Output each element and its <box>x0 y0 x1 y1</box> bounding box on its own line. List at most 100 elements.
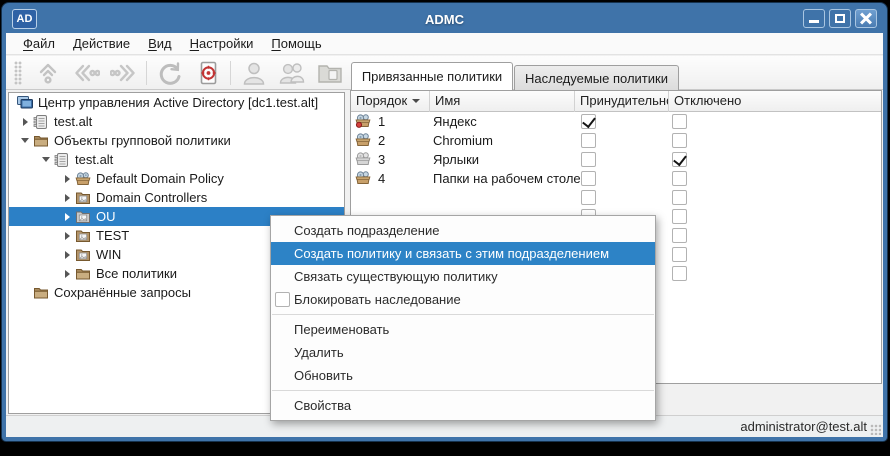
disabled-checkbox[interactable] <box>672 152 687 167</box>
expander-expanded-icon[interactable] <box>17 138 33 143</box>
menubar: Файл Действие Вид Настройки Помощь <box>6 33 883 55</box>
folder-icon <box>33 133 49 149</box>
tree-item-label: OU <box>96 209 116 224</box>
menu-item-create-policy-and-link[interactable]: Создать политику и связать с этим подраз… <box>271 242 655 265</box>
filter-objects-icon <box>200 61 216 84</box>
disabled-checkbox[interactable] <box>672 133 687 148</box>
expander-collapsed-icon[interactable] <box>59 175 75 183</box>
tree-item-label: Все политики <box>96 266 178 281</box>
menu-file[interactable]: Файл <box>14 33 64 55</box>
menu-action[interactable]: Действие <box>64 33 139 55</box>
sort-desc-icon <box>412 99 421 103</box>
table-row[interactable] <box>351 188 881 207</box>
policy-icon <box>75 171 91 187</box>
tree-item-domain-controllers[interactable]: Domain Controllers <box>9 188 344 207</box>
column-header-forced[interactable]: Принудительно <box>575 91 669 112</box>
disabled-checkbox[interactable] <box>672 266 687 281</box>
policy-disabled-icon <box>355 151 371 167</box>
menu-item-block-inheritance[interactable]: Блокировать наследование <box>271 288 655 311</box>
column-header-name[interactable]: Имя <box>430 91 575 112</box>
close-button[interactable] <box>855 9 877 28</box>
disabled-checkbox[interactable] <box>672 114 687 129</box>
expander-collapsed-icon[interactable] <box>59 270 75 278</box>
tab-linked-policies[interactable]: Привязанные политики <box>351 62 513 90</box>
menu-item-properties[interactable]: Свойства <box>271 394 655 417</box>
toolbar-separator <box>146 60 147 85</box>
table-row[interactable]: 2 Chromium <box>351 131 881 150</box>
forced-checkbox[interactable] <box>581 133 596 148</box>
expander-collapsed-icon[interactable] <box>59 213 75 221</box>
table-row[interactable]: 1 Яндекс <box>351 112 881 131</box>
forced-checkbox[interactable] <box>581 114 596 129</box>
back-button[interactable] <box>70 59 101 87</box>
tree-item-label: WIN <box>96 247 122 262</box>
disabled-checkbox[interactable] <box>672 190 687 205</box>
tab-inherited-policies[interactable]: Наследуемые политики <box>514 65 679 90</box>
tree-item-label: TEST <box>96 228 130 243</box>
forced-checkbox[interactable] <box>581 171 596 186</box>
block-inheritance-checkbox[interactable] <box>275 292 290 307</box>
table-row[interactable]: 3 Ярлыки <box>351 150 881 169</box>
menu-settings[interactable]: Настройки <box>181 33 263 55</box>
ou-folder-icon <box>75 190 91 206</box>
expander-collapsed-icon[interactable] <box>59 232 75 240</box>
expander-expanded-icon[interactable] <box>38 157 54 162</box>
policy-icon <box>355 132 371 148</box>
disabled-checkbox[interactable] <box>672 247 687 262</box>
tree-item-label: Сохранённые запросы <box>54 285 191 300</box>
tree-item-label: Центр управления Active Directory [dc1.t… <box>38 95 319 110</box>
domain-icon <box>54 152 70 168</box>
disabled-checkbox[interactable] <box>672 171 687 186</box>
minimize-button[interactable] <box>803 9 825 28</box>
ou-folder-icon <box>75 247 91 263</box>
menu-item-create-ou[interactable]: Создать подразделение <box>271 219 655 242</box>
toolbar-drag-handle[interactable] <box>14 60 22 85</box>
refresh-button[interactable] <box>154 59 185 87</box>
menu-item-delete[interactable]: Удалить <box>271 341 655 364</box>
titlebar[interactable]: AD ADMC <box>5 5 884 33</box>
forced-checkbox[interactable] <box>581 152 596 167</box>
ou-context-menu: Создать подразделение Создать политику и… <box>270 215 656 421</box>
forced-checkbox[interactable] <box>581 190 596 205</box>
tree-item-root[interactable]: Центр управления Active Directory [dc1.t… <box>9 93 344 112</box>
user-button[interactable] <box>238 59 269 87</box>
menu-item-rename[interactable]: Переименовать <box>271 318 655 341</box>
go-up-icon <box>39 63 56 84</box>
policy-folder-button[interactable] <box>314 59 345 87</box>
tree-item-default-domain-policy[interactable]: Default Domain Policy <box>9 169 344 188</box>
table-row[interactable]: 4 Папки на рабочем столе <box>351 169 881 188</box>
menu-view[interactable]: Вид <box>139 33 181 55</box>
go-up-button[interactable] <box>32 59 63 87</box>
forward-icon <box>109 64 135 81</box>
tree-item-domain[interactable]: test.alt <box>9 112 344 131</box>
resize-grip[interactable] <box>870 424 881 435</box>
column-header-order[interactable]: Порядок <box>351 91 430 112</box>
menu-item-refresh[interactable]: Обновить <box>271 364 655 387</box>
maximize-icon <box>835 14 845 23</box>
column-header-disabled[interactable]: Отключено <box>669 91 881 112</box>
tree-item-label: Default Domain Policy <box>96 171 224 186</box>
menu-item-link-existing-policy[interactable]: Связать существующую политику <box>271 265 655 288</box>
domain-icon <box>33 114 49 130</box>
expander-collapsed-icon[interactable] <box>59 251 75 259</box>
policy-icon <box>355 170 371 186</box>
menu-separator <box>272 390 654 391</box>
forward-button[interactable] <box>108 59 139 87</box>
expander-collapsed-icon[interactable] <box>17 118 33 126</box>
tree-item-label: test.alt <box>54 114 93 129</box>
menu-help[interactable]: Помощь <box>262 33 330 55</box>
minimize-icon <box>809 20 819 23</box>
expander-collapsed-icon[interactable] <box>59 194 75 202</box>
tree-item-gpo-objects[interactable]: Объекты групповой политики <box>9 131 344 150</box>
disabled-checkbox[interactable] <box>672 228 687 243</box>
refresh-icon <box>159 61 180 85</box>
computer-icon <box>17 95 33 111</box>
folder-icon <box>33 285 49 301</box>
users-button[interactable] <box>276 59 307 87</box>
toolbar-separator <box>230 60 231 85</box>
filter-objects-button[interactable] <box>192 59 223 87</box>
maximize-button[interactable] <box>829 9 851 28</box>
tree-item-domain-gpo[interactable]: test.alt <box>9 150 344 169</box>
back-icon <box>74 64 100 81</box>
disabled-checkbox[interactable] <box>672 209 687 224</box>
